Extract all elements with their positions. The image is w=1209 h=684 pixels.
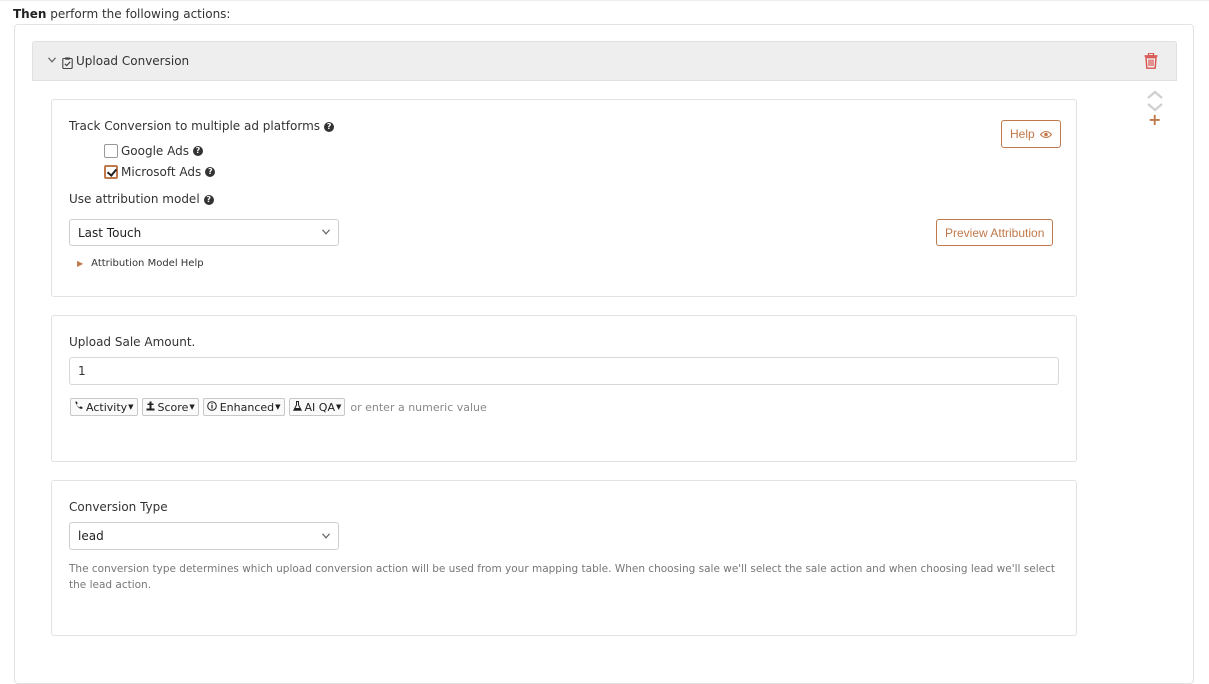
- sale-amount-panel: Upload Sale Amount. 1 Activity ▼ Score ▼ E…: [51, 315, 1077, 462]
- track-label: Track Conversion to multiple ad platform…: [69, 119, 321, 133]
- trash-icon[interactable]: [1144, 52, 1158, 73]
- plus-icon[interactable]: +: [1148, 112, 1161, 128]
- conversion-type-panel: Conversion Type lead The conversion type…: [51, 480, 1077, 636]
- conversion-type-select[interactable]: lead: [69, 522, 339, 550]
- microsoft-ads-checkbox[interactable]: [104, 165, 118, 179]
- attribution-label-row: Use attribution model?: [69, 192, 214, 206]
- chevron-down-icon: [322, 529, 330, 542]
- microsoft-ads-option[interactable]: Microsoft Ads?: [104, 165, 216, 179]
- google-ads-label: Google Ads: [121, 144, 189, 158]
- clipboard-check-icon: [62, 54, 73, 73]
- caret-right-icon: ▶: [77, 259, 84, 268]
- question-circle-icon[interactable]: ?: [205, 167, 216, 177]
- tracking-panel: Track Conversion to multiple ad platform…: [51, 99, 1077, 297]
- caret-down-icon: ▼: [128, 403, 134, 411]
- caret-down-icon: ▼: [335, 403, 342, 411]
- question-circle-icon[interactable]: ?: [203, 195, 214, 205]
- enhanced-token-label: Enhanced: [219, 400, 275, 414]
- question-circle-icon[interactable]: ?: [324, 122, 335, 132]
- chevron-down-icon: [322, 225, 330, 238]
- score-token[interactable]: Score ▼: [141, 398, 199, 416]
- enhanced-token[interactable]: Enhanced ▼: [202, 398, 285, 416]
- ai-qa-token-label: AI QA: [304, 400, 335, 414]
- sale-amount-input[interactable]: 1: [69, 357, 1059, 385]
- info-circle-icon: [206, 400, 217, 414]
- conversion-type-description: The conversion type determines which upl…: [69, 563, 1055, 591]
- microsoft-ads-label: Microsoft Ads: [121, 165, 202, 179]
- caret-down-icon: ▼: [275, 403, 281, 411]
- then-text: perform the following actions:: [46, 7, 231, 21]
- google-ads-option[interactable]: Google Ads?: [104, 144, 203, 158]
- question-circle-icon[interactable]: ?: [193, 146, 203, 156]
- help-button-label: Help: [1010, 127, 1035, 141]
- activity-token-label: Activity: [86, 400, 128, 414]
- caret-down-icon: ▼: [189, 403, 195, 411]
- attribution-help-label: Attribution Model Help: [91, 258, 204, 269]
- numeric-value-hint: or enter a numeric value: [350, 400, 487, 414]
- ai-qa-token[interactable]: AI QA ▼: [288, 398, 346, 416]
- conversion-type-value: lead: [78, 529, 104, 543]
- scale-icon: [146, 401, 155, 414]
- sale-amount-label: Upload Sale Amount.: [69, 335, 196, 349]
- attribution-model-value: Last Touch: [78, 226, 142, 240]
- chevron-down-icon[interactable]: [48, 53, 56, 66]
- variable-token-row: Activity ▼ Score ▼ Enhanced ▼ AI QA ▼ or ent…: [70, 398, 487, 416]
- preview-attribution-button[interactable]: Preview Attribution: [936, 219, 1054, 246]
- phone-icon: [74, 401, 83, 413]
- track-label-row: Track Conversion to multiple ad platform…: [69, 119, 335, 133]
- eye-icon: [1039, 128, 1053, 142]
- conversion-type-label: Conversion Type: [69, 500, 168, 514]
- flask-icon: [292, 400, 302, 414]
- top-divider: [0, 0, 1209, 1]
- score-token-label: Score: [157, 400, 189, 414]
- attribution-label: Use attribution model: [69, 192, 200, 206]
- action-title: Upload Conversion: [76, 54, 190, 68]
- attribution-model-select[interactable]: Last Touch: [69, 219, 339, 246]
- help-button[interactable]: Help: [1001, 120, 1062, 148]
- activity-token[interactable]: Activity ▼: [70, 398, 138, 416]
- action-header[interactable]: Upload Conversion: [32, 41, 1177, 81]
- then-instruction: Then perform the following actions:: [13, 7, 230, 21]
- attribution-help-toggle[interactable]: ▶ Attribution Model Help: [77, 258, 204, 269]
- then-bold: Then: [13, 7, 47, 21]
- google-ads-checkbox[interactable]: [104, 144, 118, 158]
